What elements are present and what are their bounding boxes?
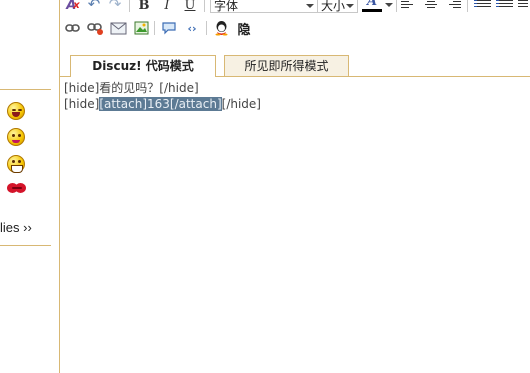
undo-icon[interactable]: ↶	[86, 0, 102, 13]
editor-toolbar: Ax ↶ ↷ B I U 字体 大小 A ‹› 隐	[60, 0, 530, 46]
kiss-lips-icon[interactable]	[7, 182, 27, 194]
unordered-list-icon[interactable]	[495, 0, 513, 12]
font-color-label: A	[366, 0, 378, 9]
quote-icon[interactable]	[160, 19, 177, 37]
editor-mode-tabs: Discuz! 代码模式 所见即所得模式	[60, 50, 530, 77]
italic-button[interactable]: I	[159, 0, 175, 14]
ordered-list-icon[interactable]	[473, 0, 491, 12]
message-textarea[interactable]: [hide]看的见吗？[/hide] [hide][attach]163[/at…	[64, 80, 524, 112]
smilies-sidebar: lies ››	[0, 0, 60, 373]
font-family-value: 字体	[214, 0, 239, 13]
align-center-icon[interactable]	[424, 0, 438, 12]
link-icon[interactable]	[64, 19, 80, 37]
font-family-select[interactable]: 字体	[210, 0, 318, 13]
editor-line: [hide]看的见吗？[/hide]	[64, 81, 199, 95]
editor-line: [hide][attach]163[/attach][/hide]	[64, 96, 524, 112]
editor-text: [/hide]	[221, 97, 261, 111]
hide-button[interactable]: 隐	[235, 19, 253, 38]
chevron-down-icon[interactable]	[385, 3, 393, 7]
tab-wysiwyg-mode[interactable]: 所见即所得模式	[224, 55, 349, 76]
grinning-face-icon[interactable]	[7, 155, 25, 173]
editor-text: [hide]	[64, 97, 100, 111]
font-color-button[interactable]: A	[361, 0, 383, 12]
underline-button[interactable]: U	[182, 0, 198, 14]
selected-text: [attach]163[/attach]	[99, 97, 222, 111]
align-right-icon[interactable]	[447, 0, 461, 12]
replies-link[interactable]: lies ››	[0, 220, 32, 235]
laughing-face-icon[interactable]	[7, 102, 25, 120]
shy-face-icon[interactable]	[7, 128, 25, 146]
toolbar-separator	[154, 21, 155, 35]
align-left-icon[interactable]	[401, 0, 415, 12]
font-size-select[interactable]: 大小	[318, 0, 358, 13]
chevron-down-icon	[306, 4, 314, 8]
tab-discuz-code-mode[interactable]: Discuz! 代码模式	[70, 55, 216, 77]
toolbar-separator	[129, 0, 130, 12]
unlink-icon[interactable]	[86, 19, 104, 37]
remove-format-icon[interactable]: Ax	[64, 0, 82, 14]
redo-icon[interactable]: ↷	[107, 0, 123, 13]
color-swatch	[362, 8, 382, 12]
sidebar-divider	[0, 89, 51, 90]
bold-button[interactable]: B	[136, 0, 152, 14]
font-size-value: 大小	[321, 0, 346, 13]
qq-icon[interactable]	[212, 19, 230, 37]
toolbar-separator	[467, 0, 468, 12]
code-icon[interactable]: ‹›	[184, 19, 200, 37]
indent-icon[interactable]	[518, 0, 530, 12]
toolbar-separator	[204, 0, 205, 12]
email-icon[interactable]	[109, 19, 127, 37]
toolbar-separator	[206, 21, 207, 35]
image-icon[interactable]	[133, 19, 149, 37]
chevron-down-icon	[346, 4, 354, 8]
toolbar-separator	[396, 0, 397, 12]
sidebar-divider	[0, 245, 51, 246]
